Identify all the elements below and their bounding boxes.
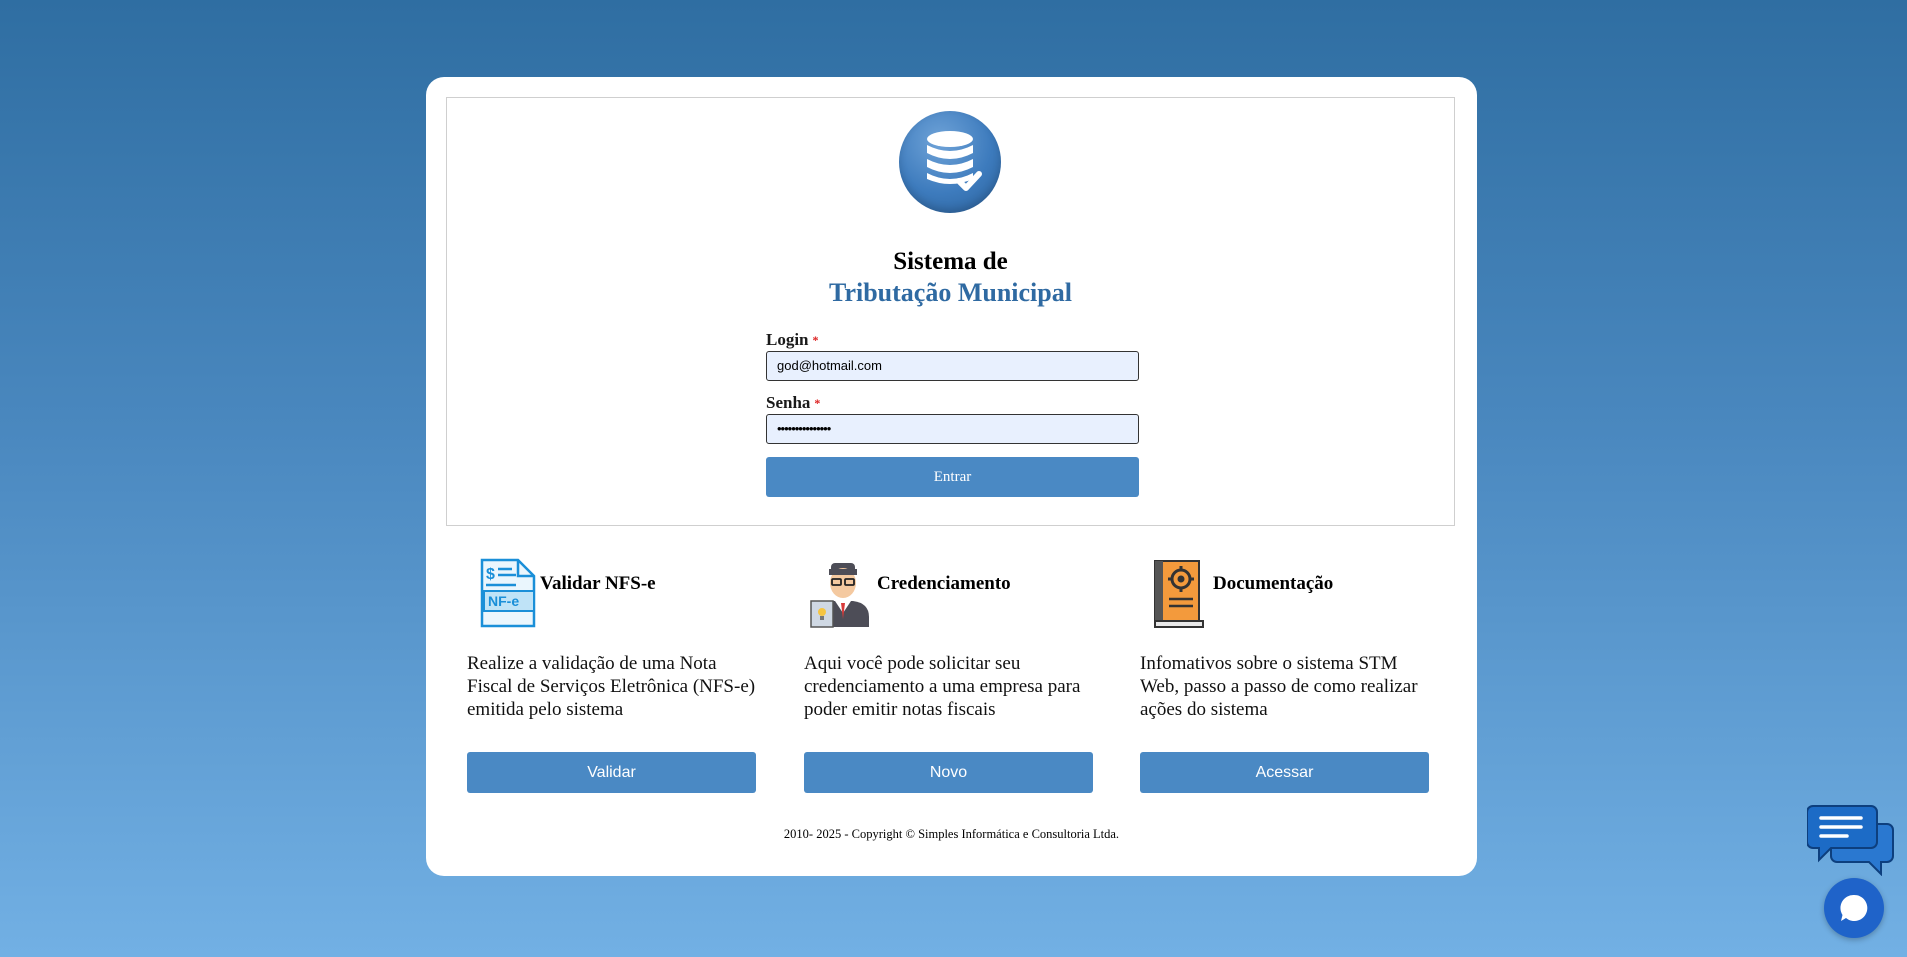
chat-launcher-icon[interactable] xyxy=(1824,878,1884,938)
login-label: Login * xyxy=(766,330,819,349)
feature-validar-nfse: $ NF-e Validar NFS-e Realize a validação… xyxy=(467,557,757,793)
required-marker: * xyxy=(812,333,819,347)
chat-bubbles-icon[interactable] xyxy=(1807,804,1895,876)
feature-title: Validar NFS-e xyxy=(540,573,656,594)
password-input[interactable]: ••••••••••••••• xyxy=(766,414,1139,444)
novo-button[interactable]: Novo xyxy=(804,752,1093,793)
feature-description: Infomativos sobre o sistema STM Web, pas… xyxy=(1140,653,1418,720)
feature-title: Credenciamento xyxy=(877,573,1011,594)
acessar-button[interactable]: Acessar xyxy=(1140,752,1429,793)
login-form: Login * god@hotmail.com Senha * ••••••••••… xyxy=(766,329,1139,497)
password-label: Senha * xyxy=(766,393,821,412)
login-panel: Sistema de Tributação Municipal Login * g… xyxy=(446,97,1455,526)
copyright-footer: 2010- 2025 - Copyright © Simples Informá… xyxy=(783,827,1120,841)
page-title: Sistema de xyxy=(893,248,1008,275)
database-check-icon xyxy=(899,111,1001,213)
businessman-icon xyxy=(810,563,869,628)
svg-text:$: $ xyxy=(486,566,495,583)
nfe-document-icon: $ NF-e xyxy=(480,558,536,628)
feature-description: Aqui você pode solicitar seu credenciame… xyxy=(804,653,1081,720)
page-subtitle: Tributação Municipal xyxy=(829,278,1072,307)
feature-title: Documentação xyxy=(1213,573,1334,594)
login-input[interactable]: god@hotmail.com xyxy=(766,351,1139,381)
gear-book-icon xyxy=(1154,560,1204,628)
validar-button[interactable]: Validar xyxy=(467,752,756,793)
feature-documentacao: Documentação Infomativos sobre o sistema… xyxy=(1140,557,1430,793)
login-card: Sistema de Tributação Municipal Login * g… xyxy=(426,77,1477,876)
page: { "header": { "title_line1": "Sistema de… xyxy=(0,0,1907,957)
feature-credenciamento: Credenciamento Aqui você pode solicitar … xyxy=(804,557,1094,793)
feature-description: Realize a validação de uma Nota Fiscal d… xyxy=(467,653,756,720)
svg-text:NF-e: NF-e xyxy=(488,593,519,609)
enter-button[interactable]: Entrar xyxy=(766,457,1139,497)
required-marker: * xyxy=(814,396,821,410)
